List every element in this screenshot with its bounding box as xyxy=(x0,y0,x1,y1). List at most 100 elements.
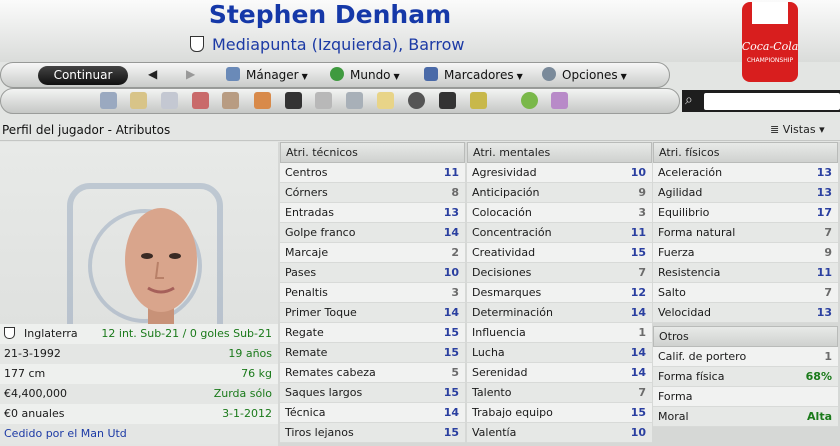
physical-attribute-row: Fuerza 9 xyxy=(653,243,838,263)
mental-attribute-value: 14 xyxy=(630,346,646,359)
mental-attribute-row: Determinación 14 xyxy=(467,303,652,323)
other-attribute-row: Moral Alta xyxy=(653,407,838,427)
info-right: 3-1-2012 xyxy=(222,407,272,420)
physical-attribute-row: Equilibrio 17 xyxy=(653,203,838,223)
technical-attribute-row: Tiros lejanos 15 xyxy=(280,423,465,443)
home-icon[interactable] xyxy=(100,92,117,109)
physical-attribute-label: Velocidad xyxy=(658,306,712,319)
binoculars-icon[interactable] xyxy=(439,92,456,109)
player-subtitle: Mediapunta (Izquierda), Barrow xyxy=(190,35,464,54)
mental-attribute-row: Decisiones 7 xyxy=(467,263,652,283)
mental-attribute-row: Concentración 11 xyxy=(467,223,652,243)
triangle-left-icon[interactable]: ◀ xyxy=(148,67,157,81)
technical-attribute-row: Golpe franco 14 xyxy=(280,223,465,243)
technical-attribute-row: Córners 8 xyxy=(280,183,465,203)
scout-icon[interactable] xyxy=(346,92,363,109)
info-left[interactable]: Cedido por el Man Utd xyxy=(4,427,127,440)
technical-attribute-value: 8 xyxy=(451,186,459,199)
technical-attribute-label: Remates cabeza xyxy=(285,366,376,379)
mental-attribute-label: Agresividad xyxy=(472,166,537,179)
technical-attribute-value: 10 xyxy=(443,266,459,279)
technical-attribute-row: Técnica 14 xyxy=(280,403,465,423)
technical-attribute-row: Pases 10 xyxy=(280,263,465,283)
technical-attribute-value: 14 xyxy=(443,306,459,319)
mental-attribute-label: Serenidad xyxy=(472,366,528,379)
mental-attribute-label: Influencia xyxy=(472,326,526,339)
question-icon[interactable] xyxy=(551,92,568,109)
menu-manager[interactable]: Mánager ▼ xyxy=(226,67,308,82)
physical-attribute-row: Aceleración 13 xyxy=(653,163,838,183)
other-attribute-label: Calif. de portero xyxy=(658,350,747,363)
mental-attribute-value: 14 xyxy=(630,366,646,379)
search-box: ⌕ xyxy=(682,90,840,112)
menu-world[interactable]: Mundo ▼ xyxy=(330,67,400,82)
other-attribute-label: Forma xyxy=(658,390,693,403)
transfer-icon[interactable] xyxy=(254,92,271,109)
search-input[interactable] xyxy=(704,93,840,110)
mental-attribute-value: 15 xyxy=(630,406,646,419)
options-gear-icon xyxy=(542,67,556,81)
other-attribute-value: 1 xyxy=(824,350,832,363)
ball-icon[interactable] xyxy=(408,92,425,109)
physical-attribute-row: Forma natural 7 xyxy=(653,223,838,243)
views-menu[interactable]: ≣ Vistas ▾ xyxy=(770,123,825,136)
help-icon[interactable] xyxy=(521,92,538,109)
england-flag-icon xyxy=(4,327,15,339)
menu-options[interactable]: Opciones ▼ xyxy=(542,67,627,82)
physical-attributes-panel: Atri. físicos Aceleración 13 Agilidad 13 Equ… xyxy=(653,142,838,427)
mental-attribute-label: Desmarques xyxy=(472,286,542,299)
technical-attribute-label: Penaltis xyxy=(285,286,328,299)
other-attribute-row: Calif. de portero 1 xyxy=(653,347,838,367)
mental-attribute-row: Colocación 3 xyxy=(467,203,652,223)
physical-attribute-value: 7 xyxy=(824,226,832,239)
triangle-right-icon[interactable]: ▶ xyxy=(186,67,195,81)
physical-attribute-label: Agilidad xyxy=(658,186,703,199)
mental-attribute-value: 7 xyxy=(638,386,646,399)
info-left: 21-3-1992 xyxy=(4,347,61,360)
tactics-icon[interactable] xyxy=(285,92,302,109)
physical-header: Atri. físicos xyxy=(653,142,838,163)
mental-attribute-label: Decisiones xyxy=(472,266,532,279)
mental-attribute-label: Anticipación xyxy=(472,186,540,199)
bookmarks-icon xyxy=(424,67,438,81)
mental-attributes-panel: Atri. mentales Agresividad 10 Anticipación… xyxy=(467,142,652,443)
mental-attribute-value: 10 xyxy=(630,426,646,439)
mental-attribute-value: 3 xyxy=(638,206,646,219)
info-row: 177 cm 76 kg xyxy=(0,364,278,384)
continue-button[interactable]: Continuar xyxy=(38,66,128,85)
technical-attribute-row: Entradas 13 xyxy=(280,203,465,223)
bread-icon[interactable] xyxy=(130,92,147,109)
mental-attribute-value: 14 xyxy=(630,306,646,319)
info-right: 19 años xyxy=(228,347,272,360)
trophy-icon[interactable] xyxy=(315,92,332,109)
physical-attribute-label: Forma natural xyxy=(658,226,736,239)
physical-attribute-value: 9 xyxy=(824,246,832,259)
other-attribute-label: Forma física xyxy=(658,370,725,383)
mental-attribute-value: 9 xyxy=(638,186,646,199)
clipboard-icon[interactable] xyxy=(377,92,394,109)
mental-attribute-label: Creatividad xyxy=(472,246,536,259)
other-attribute-row: Forma física 68% xyxy=(653,367,838,387)
physical-attribute-value: 13 xyxy=(816,186,832,199)
technical-attribute-row: Remate 15 xyxy=(280,343,465,363)
mental-attribute-row: Serenidad 14 xyxy=(467,363,652,383)
info-row: €0 anuales 3-1-2012 xyxy=(0,404,278,424)
money-icon[interactable] xyxy=(470,92,487,109)
info-row: 21-3-1992 19 años xyxy=(0,344,278,364)
technical-attribute-value: 14 xyxy=(443,226,459,239)
people-icon[interactable] xyxy=(222,92,239,109)
calendar-icon[interactable] xyxy=(192,92,209,109)
info-row: Cedido por el Man Utd xyxy=(0,424,278,444)
technical-attribute-value: 5 xyxy=(451,366,459,379)
technical-attributes-panel: Atri. técnicos Centros 11 Córners 8 Entradas… xyxy=(280,142,465,443)
list-icon[interactable] xyxy=(161,92,178,109)
technical-attribute-label: Pases xyxy=(285,266,317,279)
mental-attribute-row: Valentía 10 xyxy=(467,423,652,443)
player-name: Stephen Denham xyxy=(208,0,452,29)
mental-attribute-row: Lucha 14 xyxy=(467,343,652,363)
mental-attribute-row: Agresividad 10 xyxy=(467,163,652,183)
technical-attribute-value: 2 xyxy=(451,246,459,259)
menu-bookmarks[interactable]: Marcadores ▼ xyxy=(424,67,523,82)
technical-attribute-label: Córners xyxy=(285,186,328,199)
competition-logo: Coca-Cola CHAMPIONSHIP xyxy=(742,2,798,82)
